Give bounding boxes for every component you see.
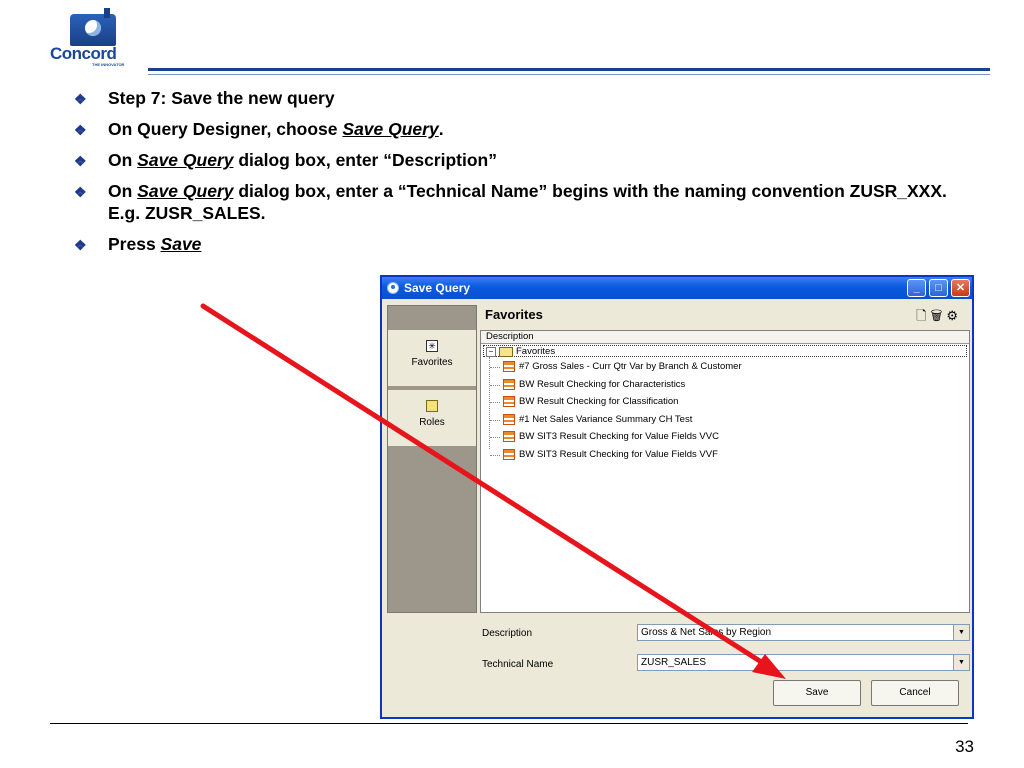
description-label: Description (482, 628, 533, 639)
app-icon (387, 282, 399, 294)
query-icon (503, 378, 515, 390)
save-query-dialog: Save Query _ □ ✕ ✳ Favorites Roles Favor… (380, 275, 974, 719)
close-button[interactable]: ✕ (951, 279, 970, 297)
tree-item-label: BW SIT3 Result Checking for Value Fields… (519, 448, 718, 460)
save-button[interactable]: Save (773, 680, 861, 706)
bullet-text: Press (108, 234, 161, 254)
tree-item[interactable]: BW Result Checking for Characteristics (490, 377, 686, 394)
sidebar-item-label: Roles (419, 417, 445, 428)
technical-name-input[interactable]: ZUSR_SALES ▼ (637, 654, 970, 671)
toolbar: 🗋🗑⚙ (916, 307, 962, 329)
description-input[interactable]: Gross & Net Sales by Region ▼ (637, 624, 970, 641)
panel-title: Favorites (485, 307, 543, 322)
bullet-emphasis: Save Query (137, 150, 234, 170)
bullet-text: On (108, 181, 138, 201)
tree-item-label: #7 Gross Sales - Curr Qtr Var by Branch … (519, 361, 742, 372)
footer-rule (50, 723, 968, 724)
query-icon (503, 361, 515, 372)
tree-item[interactable]: BW SIT3 Result Checking for Value Fields… (490, 429, 719, 446)
bullet-emphasis: Save (160, 234, 202, 254)
bullet-item: ❖ On Save Query dialog box, enter “Descri… (72, 149, 972, 171)
bullet-diamond-icon: ❖ (74, 153, 87, 169)
description-value: Gross & Net Sales by Region (641, 627, 772, 638)
tree-connector (490, 367, 500, 368)
tree-item[interactable]: #1 Net Sales Variance Summary CH Test (490, 412, 693, 429)
technical-name-label: Technical Name (482, 659, 554, 670)
sidebar-item-roles[interactable]: Roles (388, 390, 476, 446)
roles-icon (426, 400, 438, 412)
query-icon (503, 448, 515, 460)
query-icon (503, 396, 515, 407)
query-tree: Description − Favorites #7 Gross Sales - … (480, 330, 970, 613)
tree-column-header[interactable]: Description (481, 331, 969, 344)
logo-tagline: THE INNOVATOR (92, 62, 125, 67)
bullet-emphasis: Save Query (342, 119, 439, 139)
bullet-list: ❖ Step 7: Save the new query ❖ On Query Des… (72, 87, 972, 264)
tree-connector (490, 402, 500, 403)
concord-logo: Concord THE INNOVATOR (50, 8, 142, 68)
tree-item[interactable]: BW Result Checking for Classification (490, 394, 679, 411)
maximize-button[interactable]: □ (929, 279, 948, 297)
tree-item-label: #1 Net Sales Variance Summary CH Test (519, 413, 693, 425)
minimize-button[interactable]: _ (907, 279, 926, 297)
bullet-item: ❖ On Query Designer, choose Save Query. (72, 118, 972, 140)
sidebar-item-favorites[interactable]: ✳ Favorites (388, 330, 476, 386)
tree-connector (490, 419, 500, 421)
bullet-diamond-icon: ❖ (74, 237, 87, 253)
tree-connector (489, 357, 491, 449)
tree-connector (490, 437, 500, 438)
chevron-down-icon[interactable]: ▼ (953, 625, 969, 640)
bullet-item: ❖ Press Save (72, 233, 972, 255)
globe-icon (70, 8, 116, 46)
bullet-text: On (108, 150, 138, 170)
technical-name-value: ZUSR_SALES (641, 657, 707, 668)
bullet-item: ❖ Step 7: Save the new query (72, 87, 972, 109)
bullet-text: Step 7: Save the new query (108, 88, 335, 108)
tree-item-label: BW SIT3 Result Checking for Value Fields… (519, 431, 719, 442)
bullet-diamond-icon: ❖ (74, 91, 87, 107)
chevron-down-icon[interactable]: ▼ (953, 655, 969, 670)
new-folder-icon[interactable]: 🗋 (916, 308, 930, 323)
tree-root-node[interactable]: − Favorites (483, 345, 967, 357)
bullet-text: dialog box, enter “Description” (233, 150, 497, 170)
tree-item-label: BW Result Checking for Characteristics (519, 378, 686, 390)
cancel-button[interactable]: Cancel (871, 680, 959, 706)
dialog-title: Save Query (404, 281, 471, 295)
query-icon (503, 413, 515, 425)
header-rule-thin (148, 74, 990, 75)
tree-connector (490, 384, 500, 386)
bullet-text: On Query Designer, choose (108, 119, 343, 139)
folder-icon (499, 347, 513, 357)
query-icon (503, 431, 515, 442)
tree-item[interactable]: BW SIT3 Result Checking for Value Fields… (490, 447, 718, 464)
dialog-titlebar[interactable]: Save Query _ □ ✕ (382, 277, 972, 299)
dialog-sidebar: ✳ Favorites Roles (387, 305, 477, 613)
bullet-emphasis: Save Query (137, 181, 234, 201)
bullet-diamond-icon: ❖ (74, 122, 87, 138)
bullet-item: ❖ On Save Query dialog box, enter a “Tech… (72, 180, 972, 224)
page-number: 33 (955, 737, 974, 756)
tools-icon[interactable]: ⚙ (946, 308, 962, 323)
favorites-icon: ✳ (426, 340, 438, 352)
collapse-icon[interactable]: − (486, 347, 496, 357)
sidebar-item-label: Favorites (411, 357, 453, 368)
delete-icon[interactable]: 🗑 (931, 308, 947, 323)
tree-connector (490, 454, 500, 456)
tree-item-label: BW Result Checking for Classification (519, 396, 679, 407)
bullet-text: dialog box, enter a “Technical Name” beg… (108, 181, 947, 223)
header-rule (148, 68, 990, 71)
bullet-text: . (438, 119, 444, 139)
tree-root-label: Favorites (516, 346, 556, 357)
bullet-diamond-icon: ❖ (74, 184, 87, 200)
tree-item[interactable]: #7 Gross Sales - Curr Qtr Var by Branch … (490, 359, 742, 376)
logo-name: Concord (50, 44, 117, 63)
